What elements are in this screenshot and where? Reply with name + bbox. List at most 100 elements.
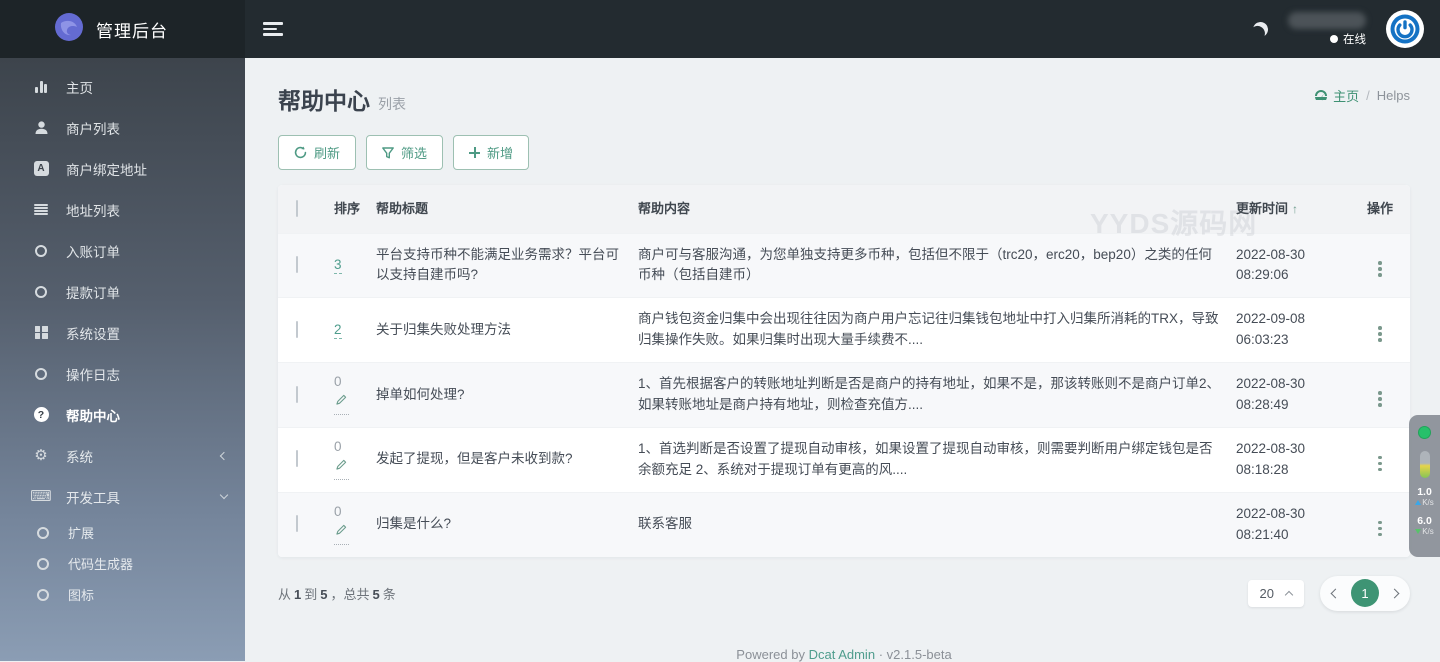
- sidebar-item-merchant-addresses[interactable]: A 商户绑定地址: [0, 148, 245, 189]
- row-actions-menu-icon[interactable]: [1375, 453, 1385, 475]
- row-actions-menu-icon[interactable]: [1375, 388, 1385, 410]
- breadcrumb-home-label: 主页: [1333, 89, 1360, 104]
- sidebar-item-home[interactable]: 主页: [0, 66, 245, 107]
- brand[interactable]: 管理后台: [0, 0, 245, 58]
- user-info[interactable]: 在线: [1288, 11, 1366, 47]
- sidebar-item-merchants[interactable]: 商户列表: [0, 107, 245, 148]
- powered-by-footer: Powered by Dcat Admin · v2.1.5-beta: [736, 646, 952, 662]
- row-checkbox[interactable]: [296, 255, 298, 273]
- help-table: 排序 帮助标题 帮助内容 更新时间 ↑ 操作 3 平台支持币种不能满足业务需求？平…: [278, 185, 1410, 557]
- row-actions-menu-icon[interactable]: [1375, 518, 1385, 540]
- circle-icon: [32, 285, 50, 298]
- circle-icon: [34, 588, 52, 601]
- prev-page-button[interactable]: [1330, 588, 1341, 599]
- refresh-button[interactable]: 刷新: [278, 135, 357, 170]
- row-checkbox[interactable]: [296, 320, 298, 338]
- breadcrumb-home-link[interactable]: 主页: [1314, 86, 1359, 105]
- network-speed-widget[interactable]: 1.0 K/s 6.0 K/s: [1409, 415, 1440, 557]
- row-checkbox[interactable]: [296, 515, 298, 533]
- row-checkbox[interactable]: [296, 385, 298, 403]
- help-title-cell: 平台支持币种不能满足业务需求？平台可以支持自建币吗?: [368, 232, 630, 298]
- page-size-select[interactable]: 20: [1247, 579, 1304, 607]
- column-sort[interactable]: 排序: [326, 185, 368, 233]
- username-redacted: [1288, 11, 1366, 29]
- sidebar-item-help-center[interactable]: ? 帮助中心: [0, 394, 245, 435]
- sidebar-item-dev-tools[interactable]: ⌨ 开发工具: [0, 476, 245, 517]
- sidebar-item-label: 扩展: [68, 526, 95, 541]
- filter-label: 筛选: [401, 146, 428, 161]
- plus-icon: [469, 147, 481, 158]
- sidebar-item-icons[interactable]: 图标: [0, 579, 245, 610]
- table-card: YYDS源码网 排序 帮助标题 帮助内容 更新时间↑ 操作 3: [278, 185, 1410, 557]
- breadcrumb-current: Helps: [1376, 88, 1410, 103]
- updated-at-cell: 2022-08-30 08:18:28: [1228, 427, 1350, 493]
- sidebar-item-deposit-orders[interactable]: 入账订单: [0, 230, 245, 271]
- row-actions-menu-icon[interactable]: [1375, 258, 1385, 280]
- column-actions: 操作: [1350, 185, 1410, 233]
- create-button[interactable]: 新增: [453, 135, 530, 170]
- circle-icon: [32, 367, 50, 380]
- help-content-cell: 联系客服: [630, 491, 1228, 557]
- page-title: 帮助中心: [278, 88, 370, 114]
- sidebar-item-code-generator[interactable]: 代码生成器: [0, 548, 245, 579]
- help-title-cell: 归集是什么?: [368, 491, 630, 557]
- page-size-value: 20: [1259, 585, 1274, 601]
- sort-value: 0: [334, 439, 342, 455]
- row-actions-menu-icon[interactable]: [1375, 323, 1385, 345]
- breadcrumb: 主页 / Helps: [1314, 86, 1410, 105]
- edit-pencil-icon[interactable]: [334, 520, 349, 545]
- signal-bar-icon: [1419, 451, 1430, 478]
- breadcrumb-separator: /: [1366, 88, 1370, 103]
- dark-mode-moon-icon[interactable]: [1251, 20, 1269, 38]
- sort-value-editable[interactable]: 3: [334, 256, 342, 274]
- dcat-admin-link[interactable]: Dcat Admin: [809, 647, 875, 662]
- updated-at-cell: 2022-08-30 08:29:06: [1228, 232, 1350, 298]
- refresh-label: 刷新: [314, 146, 341, 161]
- sidebar-item-label: 商户列表: [66, 121, 120, 137]
- sidebar-item-label: 帮助中心: [66, 408, 120, 424]
- sort-value-editable[interactable]: 2: [334, 321, 342, 339]
- chevron-left-icon: [219, 451, 229, 460]
- dashboard-gauge-icon: [1315, 90, 1328, 101]
- edit-pencil-icon[interactable]: [334, 455, 349, 480]
- user-avatar[interactable]: [1386, 10, 1424, 48]
- keyboard-icon: ⌨: [30, 488, 52, 505]
- column-content: 帮助内容: [630, 185, 1228, 233]
- sidebar-item-label: 操作日志: [66, 367, 120, 383]
- pager: 1: [1320, 575, 1410, 611]
- sidebar-item-system-settings[interactable]: 系统设置: [0, 312, 245, 353]
- table-header-row: 排序 帮助标题 帮助内容 更新时间 ↑ 操作: [278, 185, 1410, 233]
- menu-toggle-icon[interactable]: [263, 22, 283, 36]
- sidebar-item-withdraw-orders[interactable]: 提款订单: [0, 271, 245, 312]
- edit-pencil-icon[interactable]: [334, 390, 349, 415]
- row-checkbox[interactable]: [296, 450, 298, 468]
- help-content-cell: 商户可与客服沟通，为您单独支持更多币种，包括但不限于（trc20，erc20，b…: [630, 232, 1228, 298]
- column-updated-at[interactable]: 更新时间 ↑: [1228, 185, 1350, 233]
- current-page-button[interactable]: 1: [1351, 579, 1379, 608]
- circle-icon: [32, 244, 50, 257]
- circle-icon: [34, 526, 52, 539]
- sidebar-item-operation-log[interactable]: 操作日志: [0, 353, 245, 394]
- upload-speed: 1.0 K/s: [1415, 486, 1434, 507]
- download-arrow-icon: [1415, 528, 1422, 534]
- sidebar-item-address-list[interactable]: 地址列表: [0, 189, 245, 230]
- select-all-checkbox[interactable]: [296, 199, 298, 217]
- help-title-cell: 发起了提现，但是客户未收到款?: [368, 427, 630, 493]
- table-row: 2 关于归集失败处理方法 商户钱包资金归集中会出现往往因为商户用户忘记往归集钱包…: [278, 297, 1410, 363]
- filter-button[interactable]: 筛选: [366, 135, 444, 170]
- sidebar-item-system[interactable]: ⚙ 系统: [0, 435, 245, 476]
- help-title-cell: 关于归集失败处理方法: [368, 297, 630, 363]
- next-page-button[interactable]: [1389, 588, 1400, 599]
- table-row: 0 发起了提现，但是客户未收到款? 1、首选判断是否设置了提现自动审核，如果设置…: [278, 427, 1410, 493]
- list-icon: [32, 203, 50, 216]
- sidebar-item-label: 入账订单: [66, 244, 120, 260]
- app-root: 管理后台 在线 主页 商户列表 A 商户绑定地址 地址列表 入账订单 提款订单 …: [0, 0, 1440, 662]
- chevron-up-icon: [1284, 590, 1294, 599]
- sidebar-item-label: 代码生成器: [68, 557, 134, 572]
- sidebar-item-label: 提款订单: [66, 285, 120, 301]
- table-row: 3 平台支持币种不能满足业务需求？平台可以支持自建币吗? 商户可与客服沟通，为您…: [278, 232, 1410, 298]
- table-row: 0 掉单如何处理? 1、首先根据客户的转账地址判断是否是商户的持有地址，如果不是…: [278, 362, 1410, 428]
- online-status-dot: [1330, 34, 1338, 43]
- sidebar-item-extensions[interactable]: 扩展: [0, 517, 245, 548]
- table-footer: 从 1 到 5 ，总共 5 条 20 1: [278, 575, 1410, 611]
